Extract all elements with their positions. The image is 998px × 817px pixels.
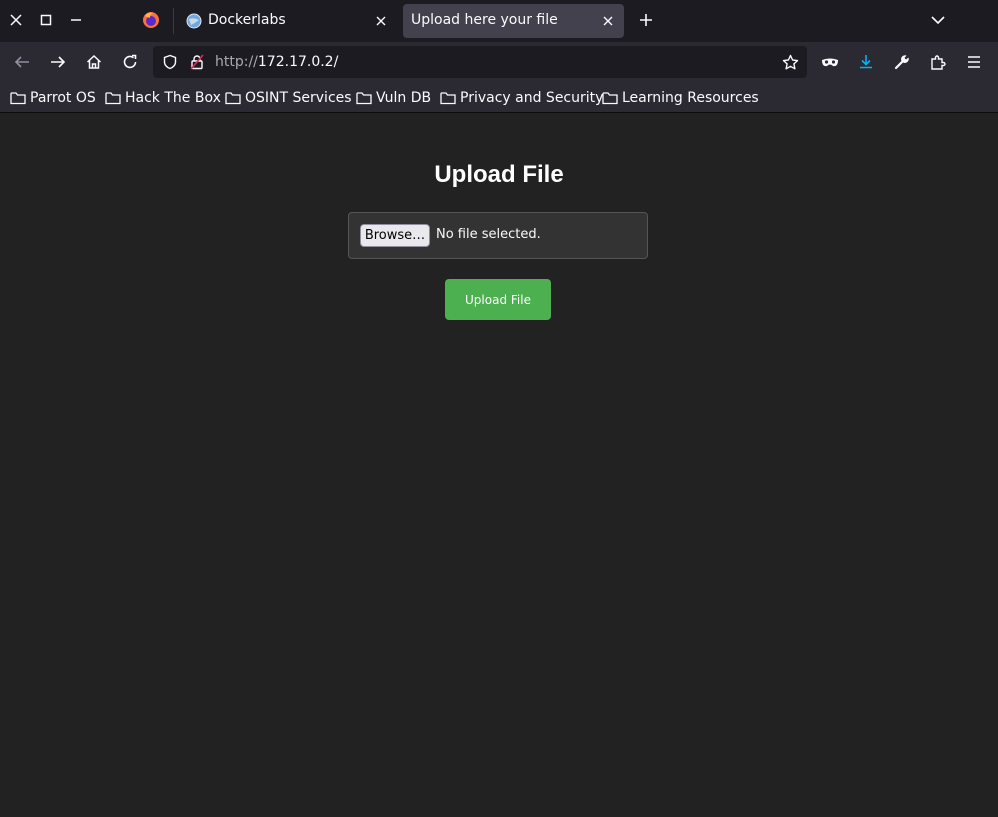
folder-icon	[105, 92, 121, 105]
bookmark-folder[interactable]: Vuln DB	[356, 88, 431, 108]
chevron-down-icon[interactable]	[928, 10, 948, 30]
page-title: Upload File	[434, 161, 564, 188]
folder-icon	[440, 92, 456, 105]
close-tab-icon[interactable]	[373, 13, 389, 29]
upload-button[interactable]: Upload File	[445, 279, 551, 320]
forward-icon[interactable]	[48, 52, 68, 72]
close-tab-icon[interactable]	[600, 13, 616, 29]
nav-bar: http://172.17.0.2/	[0, 42, 998, 82]
extensions-icon[interactable]	[928, 52, 948, 72]
url-scheme: http://	[215, 54, 258, 70]
url-host: 172.17.0.2/	[257, 54, 339, 70]
bookmark-label: Learning Resources	[622, 90, 759, 106]
folder-icon	[10, 92, 26, 105]
file-input-container: Browse… No file selected.	[348, 212, 648, 259]
bookmark-folder[interactable]: Privacy and Security	[440, 88, 603, 108]
bookmark-folder[interactable]: Learning Resources	[602, 88, 759, 108]
home-icon[interactable]	[84, 52, 104, 72]
file-status: No file selected.	[436, 227, 541, 242]
firefox-icon[interactable]	[141, 10, 161, 30]
shield-icon[interactable]	[162, 54, 178, 70]
minimize-window-icon[interactable]	[66, 10, 86, 30]
maximize-window-icon[interactable]	[36, 10, 56, 30]
private-mask-icon[interactable]	[820, 52, 840, 72]
folder-icon	[356, 92, 372, 105]
bookmark-star-icon[interactable]	[782, 54, 799, 71]
folder-icon	[225, 92, 241, 105]
bookmark-label: Parrot OS	[30, 90, 96, 106]
folder-icon	[602, 92, 618, 105]
download-icon[interactable]	[856, 52, 876, 72]
bookmark-folder[interactable]: Parrot OS	[10, 88, 96, 108]
page-content: Upload File Browse… No file selected. Up…	[0, 114, 998, 817]
url-text[interactable]: http://172.17.0.2/	[215, 54, 338, 70]
bookmark-label: Privacy and Security	[460, 90, 604, 106]
bookmark-folder[interactable]: OSINT Services	[225, 88, 352, 108]
close-window-icon[interactable]	[6, 10, 26, 30]
bookmark-folder[interactable]: Hack The Box	[105, 88, 221, 108]
globe-icon	[186, 13, 202, 29]
reload-icon[interactable]	[120, 52, 140, 72]
bookmark-label: Vuln DB	[376, 90, 432, 106]
back-icon[interactable]	[12, 52, 32, 72]
new-tab-icon[interactable]	[636, 10, 656, 30]
menu-icon[interactable]	[964, 52, 984, 72]
url-bar[interactable]: http://172.17.0.2/	[153, 46, 807, 78]
insecure-lock-icon[interactable]	[189, 54, 205, 70]
tab-bar: Dockerlabs Upload here your file	[0, 0, 998, 42]
tab-upload[interactable]: Upload here your file	[403, 4, 624, 38]
tab-separator	[173, 8, 174, 34]
tab-title: Dockerlabs	[208, 12, 286, 28]
bookmark-label: OSINT Services	[245, 90, 352, 106]
bookmark-label: Hack The Box	[125, 90, 221, 106]
tab-dockerlabs[interactable]: Dockerlabs	[179, 4, 397, 38]
wrench-icon[interactable]	[892, 52, 912, 72]
browse-button[interactable]: Browse…	[360, 224, 430, 247]
tab-title: Upload here your file	[411, 12, 558, 28]
bookmarks-toolbar: Parrot OS Hack The Box OSINT Services Vu…	[0, 82, 998, 113]
